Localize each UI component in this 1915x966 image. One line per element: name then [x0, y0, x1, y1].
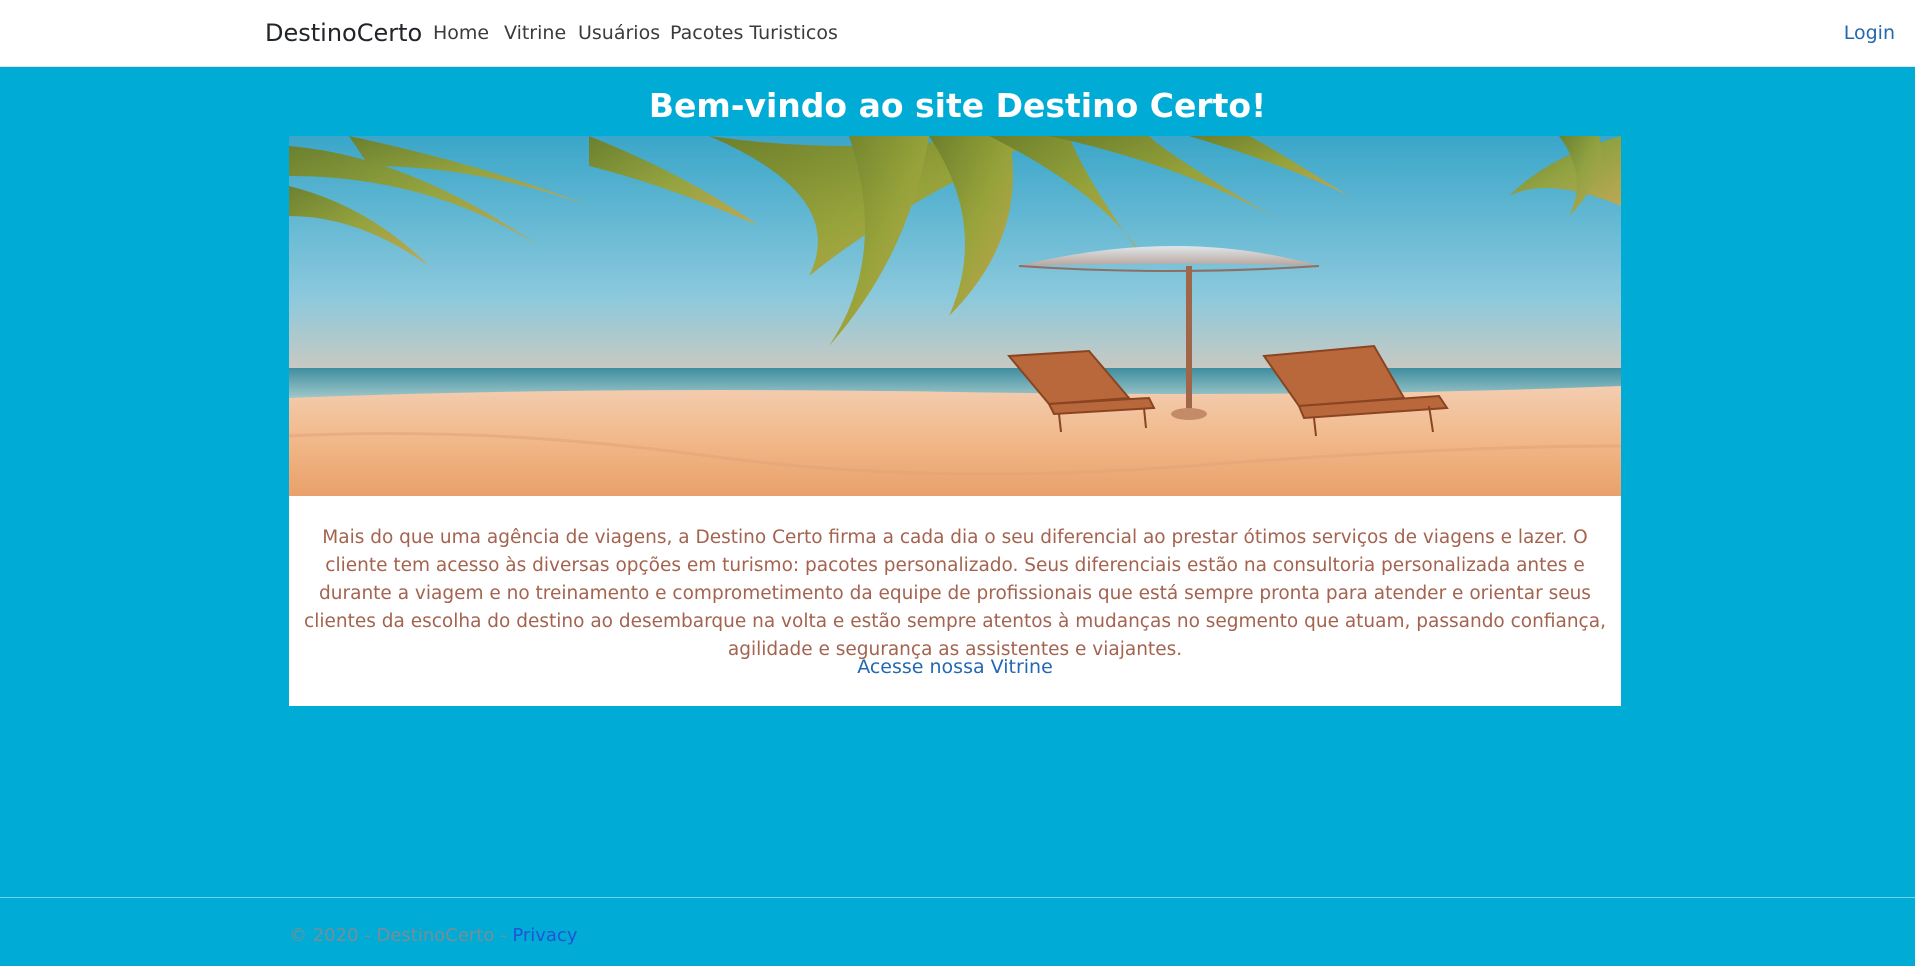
login-link[interactable]: Login	[1844, 22, 1895, 44]
nav-link-home[interactable]: Home	[433, 22, 489, 44]
nav-link-pacotes-turisticos[interactable]: Pacotes Turisticos	[670, 22, 838, 44]
vitrine-cta-link[interactable]: Acesse nossa Vitrine	[289, 656, 1621, 678]
footer-copyright: © 2020 - DestinoCerto - Privacy	[289, 925, 577, 946]
privacy-link[interactable]: Privacy	[512, 925, 577, 946]
nav-link-usuarios[interactable]: Usuários	[578, 22, 660, 44]
page-title: Bem-vindo ao site Destino Certo!	[648, 86, 1267, 125]
hero-image	[289, 136, 1621, 496]
footer-copyright-text: © 2020 - DestinoCerto -	[289, 925, 513, 946]
brand-link[interactable]: DestinoCerto	[265, 19, 422, 47]
about-card: Mais do que uma agência de viagens, a De…	[289, 496, 1621, 706]
top-navbar: DestinoCerto Home Vitrine Usuários Pacot…	[0, 0, 1915, 67]
footer: © 2020 - DestinoCerto - Privacy	[0, 897, 1915, 966]
nav-link-vitrine[interactable]: Vitrine	[504, 22, 566, 44]
beach-scene-illustration	[289, 136, 1621, 496]
about-description: Mais do que uma agência de viagens, a De…	[304, 527, 1606, 660]
